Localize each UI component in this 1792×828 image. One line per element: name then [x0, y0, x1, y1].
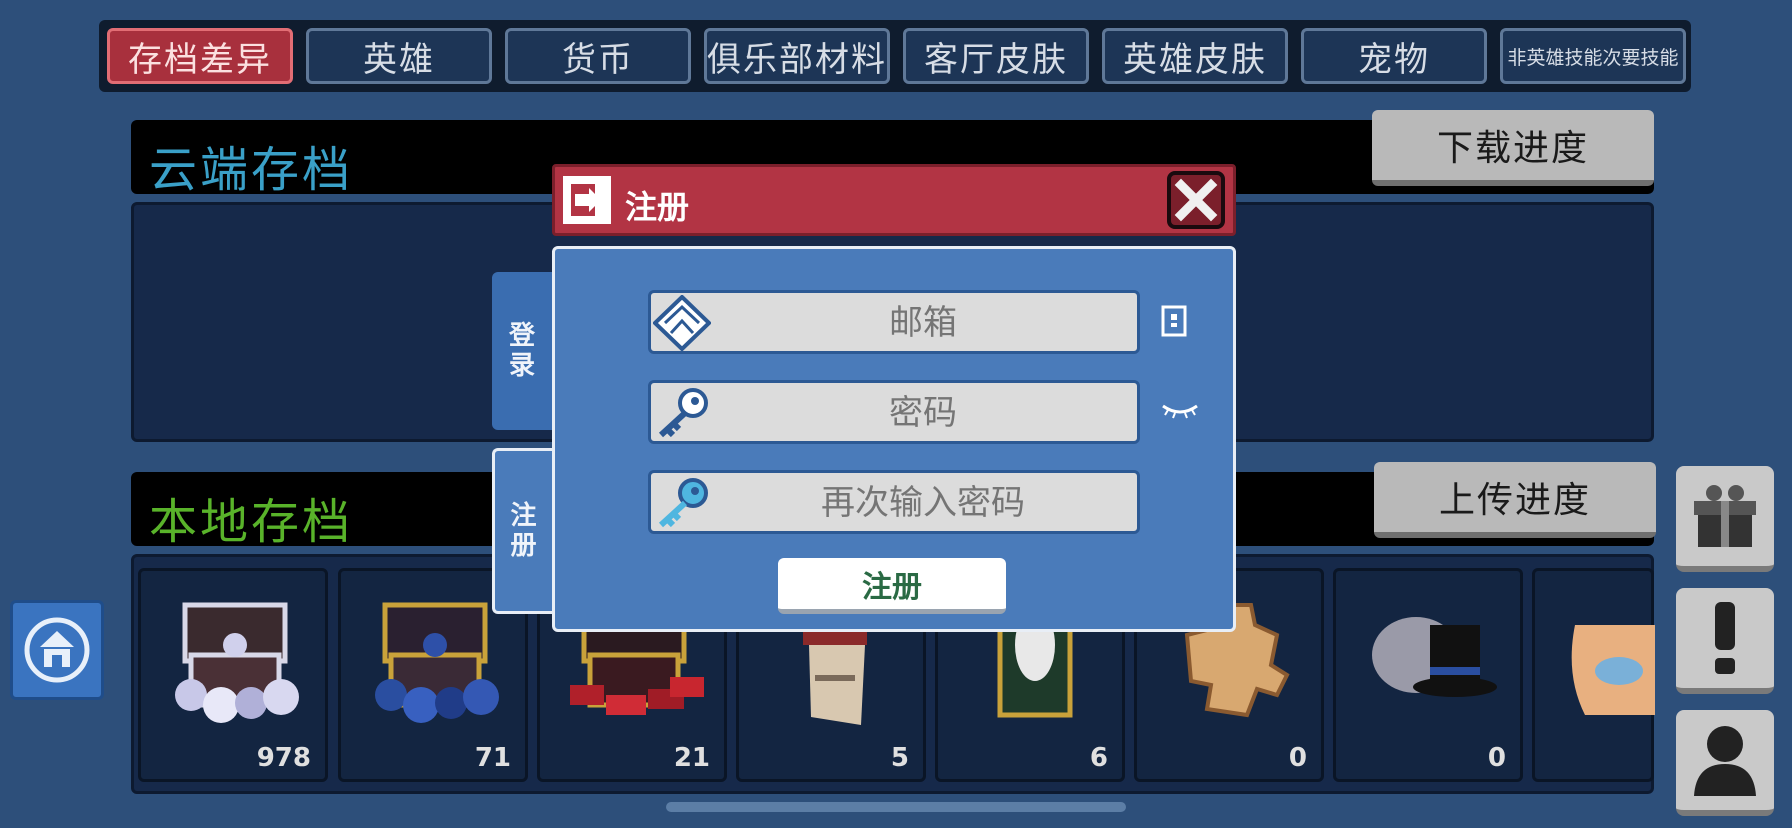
top-hat-icon — [1372, 617, 1497, 697]
envelope-icon — [653, 295, 711, 351]
item-count: 21 — [673, 743, 710, 773]
email-input[interactable] — [711, 293, 1135, 353]
item-card[interactable]: 978 — [138, 568, 328, 782]
tab-pets[interactable]: 宠物 — [1301, 28, 1487, 84]
email-field[interactable] — [648, 290, 1140, 354]
upload-progress-button[interactable]: 上传进度 — [1374, 462, 1656, 538]
tab-login[interactable]: 登 录 — [492, 272, 552, 430]
item-card[interactable] — [1532, 568, 1655, 782]
fish-bag-icon — [1571, 625, 1655, 715]
register-dialog-header: 注册 — [552, 164, 1236, 236]
key-icon — [658, 388, 708, 438]
close-icon[interactable] — [1167, 171, 1225, 229]
eye-closed-icon[interactable] — [1160, 400, 1200, 420]
password-field[interactable] — [648, 380, 1140, 444]
scroll-indicator[interactable] — [666, 802, 1126, 812]
tab-hero-skins[interactable]: 英雄皮肤 — [1102, 28, 1288, 84]
top-tab-bar: 存档差异 英雄 货币 俱乐部材料 客厅皮肤 英雄皮肤 宠物 非英雄技能次要技能 — [99, 20, 1691, 92]
confirm-password-field[interactable] — [648, 470, 1140, 534]
tab-register[interactable]: 注 册 — [492, 448, 552, 614]
dialog-title: 注册 — [625, 188, 690, 226]
tab-save-diff[interactable]: 存档差异 — [107, 28, 293, 84]
tab-heroes[interactable]: 英雄 — [306, 28, 492, 84]
item-count: 6 — [1089, 743, 1108, 773]
tab-currency[interactable]: 货币 — [505, 28, 691, 84]
cloud-save-title: 云端存档 — [149, 142, 354, 198]
local-save-title: 本地存档 — [149, 494, 354, 550]
exclamation-icon — [1715, 602, 1735, 674]
confirm-password-input[interactable] — [711, 473, 1135, 533]
register-submit-button[interactable]: 注册 — [778, 558, 1006, 614]
item-count: 0 — [1288, 743, 1307, 773]
item-count: 978 — [256, 743, 311, 773]
silver-gem-chest-icon — [175, 602, 299, 723]
club-logo-button[interactable] — [10, 600, 104, 700]
notice-button[interactable] — [1676, 588, 1774, 694]
tab-skills[interactable]: 非英雄技能次要技能 — [1500, 28, 1686, 84]
key-icon — [658, 478, 708, 528]
tab-club-materials[interactable]: 俱乐部材料 — [704, 28, 890, 84]
enter-icon — [563, 176, 611, 224]
gift-box-icon — [1694, 485, 1756, 547]
id-card-icon[interactable] — [1160, 304, 1188, 338]
download-progress-button[interactable]: 下载进度 — [1372, 110, 1654, 186]
profile-button[interactable] — [1676, 710, 1774, 816]
item-count: 71 — [474, 743, 511, 773]
gift-button[interactable] — [1676, 466, 1774, 572]
item-count: 5 — [890, 743, 909, 773]
item-card[interactable]: 0 — [1333, 568, 1523, 782]
item-count: 0 — [1487, 743, 1506, 773]
user-icon — [1694, 726, 1756, 796]
club-building-icon — [24, 617, 90, 683]
password-input[interactable] — [711, 383, 1135, 443]
tab-lounge-skins[interactable]: 客厅皮肤 — [903, 28, 1089, 84]
